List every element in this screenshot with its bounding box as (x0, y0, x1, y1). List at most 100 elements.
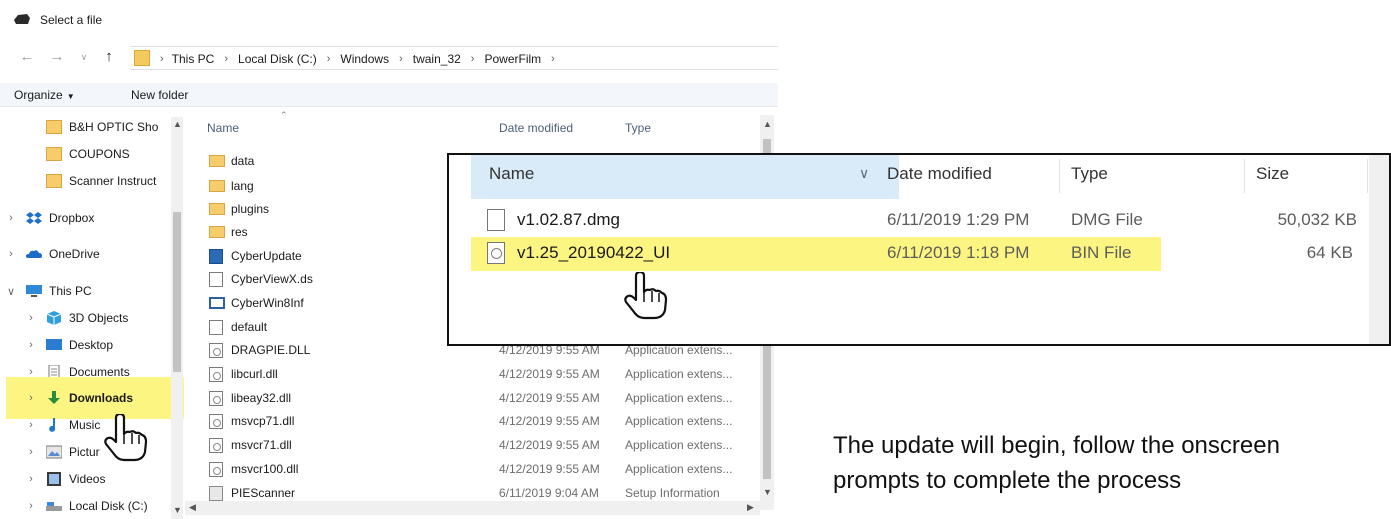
folder-icon (209, 226, 225, 238)
chevron-down-icon[interactable]: ∨ (859, 165, 869, 182)
sidebar-item-coupons[interactable]: COUPONS (46, 142, 130, 166)
sidebar-item-pictures[interactable]: › Pictur (26, 440, 100, 464)
folder-icon (209, 203, 225, 215)
horizontal-scrollbar[interactable]: ◀ ▶ (185, 501, 760, 515)
instruction-text: The update will begin, follow the onscre… (833, 432, 1280, 494)
dll-file-icon (209, 391, 223, 406)
sidebar-item-desktop[interactable]: › Desktop (26, 333, 113, 357)
dll-file-icon (209, 367, 223, 382)
breadcrumb-item[interactable]: PowerFilm (484, 52, 541, 66)
dll-file-icon (209, 438, 223, 453)
back-arrow-icon[interactable]: ← (18, 48, 36, 66)
dll-file-icon (209, 462, 223, 477)
folder-icon (46, 174, 62, 188)
column-header-type[interactable]: Type (1071, 164, 1108, 184)
sidebar-item-local-disk[interactable]: › Local Disk (C:) (26, 494, 148, 518)
sidebar-item-3d-objects[interactable]: › 3D Objects (26, 306, 128, 330)
list-item[interactable]: msvcr71.dll 4/12/2019 9:55 AM Application … (209, 434, 769, 456)
folder-icon (209, 180, 225, 192)
column-header-type[interactable]: Type (625, 121, 651, 135)
column-header-date[interactable]: Date modified (887, 164, 992, 184)
chevron-right-icon[interactable]: › (26, 312, 36, 324)
onedrive-cloud-icon (26, 250, 42, 258)
list-item[interactable]: libcurl.dll 4/12/2019 9:55 AM Application … (209, 363, 769, 385)
chevron-right-icon[interactable]: › (26, 392, 36, 404)
chevron-right-icon[interactable]: › (6, 212, 16, 224)
address-bar[interactable]: › This PC › Local Disk (C:) › Windows › … (130, 46, 778, 70)
list-item[interactable]: msvcr100.dll 4/12/2019 9:55 AM Application… (209, 458, 769, 480)
chevron-right-icon[interactable]: › (26, 339, 36, 351)
desktop-icon (46, 339, 62, 350)
breadcrumb-item[interactable]: This PC (172, 52, 215, 66)
zoomed-file-list-callout: Name ∨ Date modified Type Size v1.02.87.… (447, 153, 1391, 346)
dll-file-icon (209, 343, 223, 358)
zoom-column-headers: Name ∨ Date modified Type Size (449, 155, 1389, 201)
breadcrumb-item[interactable]: Local Disk (C:) (238, 52, 317, 66)
navigation-scrollbar[interactable]: ▲ ▼ (171, 117, 183, 519)
sidebar-item-bh-optic[interactable]: B&H OPTIC Sho (46, 115, 158, 139)
organize-button[interactable]: Organize ▼ (14, 88, 75, 102)
document-icon (209, 272, 223, 287)
folder-icon (46, 147, 62, 161)
column-header-date[interactable]: Date modified (499, 121, 573, 135)
sidebar-item-videos[interactable]: › Videos (26, 467, 105, 491)
chevron-right-icon[interactable]: › (26, 419, 36, 431)
scroll-right-arrow-icon[interactable]: ▶ (747, 502, 754, 513)
dll-file-icon (209, 414, 223, 429)
scroll-left-arrow-icon[interactable]: ◀ (189, 502, 196, 513)
chevron-right-icon[interactable]: › (26, 446, 36, 458)
title-bar: Select a file (0, 0, 778, 38)
chevron-right-icon[interactable]: › (26, 473, 36, 485)
file-size: 64 KB (1306, 243, 1353, 262)
recent-locations-chevron-icon[interactable]: ∨ (75, 48, 93, 66)
sidebar-item-onedrive[interactable]: › OneDrive (6, 242, 100, 266)
scroll-up-arrow-icon[interactable]: ▲ (763, 119, 772, 129)
sort-up-icon: ⌃ (280, 110, 288, 120)
forward-arrow-icon[interactable]: → (48, 48, 66, 66)
command-bar: Organize ▼ New folder (0, 83, 778, 107)
sidebar-item-music[interactable]: › Music (26, 413, 100, 437)
zoom-scrollbar[interactable] (1369, 155, 1389, 344)
file-row[interactable]: v1.02.87.dmg 6/11/2019 1:29 PM DMG File … (471, 204, 1371, 238)
hand-pointer-icon (104, 414, 148, 462)
file-row-highlighted[interactable]: v1.25_20190422_UI 6/11/2019 1:18 PM BIN … (471, 237, 1161, 271)
scroll-down-arrow-icon[interactable]: ▼ (763, 487, 772, 497)
column-header-name[interactable]: Name (207, 121, 239, 135)
hand-pointer-icon (624, 272, 668, 320)
chevron-right-icon[interactable]: › (6, 248, 16, 260)
application-icon (209, 249, 223, 264)
sidebar-item-scanner-instructions[interactable]: Scanner Instruct (46, 169, 156, 193)
pictures-icon (46, 445, 62, 459)
dropbox-icon (26, 212, 42, 224)
column-header-size[interactable]: Size (1256, 164, 1289, 184)
breadcrumb-item[interactable]: Windows (340, 52, 389, 66)
scroll-down-arrow-icon[interactable]: ▼ (173, 505, 182, 515)
bin-file-icon (487, 242, 505, 264)
chevron-right-icon[interactable]: › (26, 500, 36, 512)
download-arrow-icon (48, 391, 60, 404)
up-arrow-icon[interactable]: ↑ (100, 48, 118, 66)
breadcrumb: › This PC › Local Disk (C:) › Windows › … (160, 52, 555, 66)
list-item[interactable]: libeay32.dll 4/12/2019 9:55 AM Application… (209, 387, 769, 409)
folder-icon (209, 155, 225, 167)
chevron-down-icon: ▼ (66, 92, 75, 101)
sidebar-item-this-pc[interactable]: ∨ This PC (6, 279, 92, 303)
column-header-name[interactable]: Name (471, 155, 899, 199)
list-item[interactable]: msvcp71.dll 4/12/2019 9:55 AM Application … (209, 410, 769, 432)
address-row: ← → ∨ ↑ › This PC › Local Disk (C:) › Wi… (0, 44, 778, 74)
scroll-up-arrow-icon[interactable]: ▲ (173, 119, 182, 129)
music-note-icon (49, 418, 56, 432)
setup-file-icon (209, 486, 223, 501)
3d-objects-icon (46, 311, 62, 325)
folder-icon (46, 120, 62, 134)
chevron-down-icon[interactable]: ∨ (6, 285, 16, 298)
document-icon (209, 320, 223, 335)
computer-icon (26, 285, 42, 297)
drive-icon (46, 502, 62, 511)
new-folder-button[interactable]: New folder (131, 88, 188, 102)
folder-icon (134, 50, 150, 66)
sidebar-item-dropbox[interactable]: › Dropbox (6, 206, 94, 230)
scrollbar-thumb[interactable] (173, 212, 181, 372)
navigation-pane: B&H OPTIC Sho COUPONS Scanner Instruct ›… (0, 110, 185, 519)
breadcrumb-item[interactable]: twain_32 (413, 52, 461, 66)
